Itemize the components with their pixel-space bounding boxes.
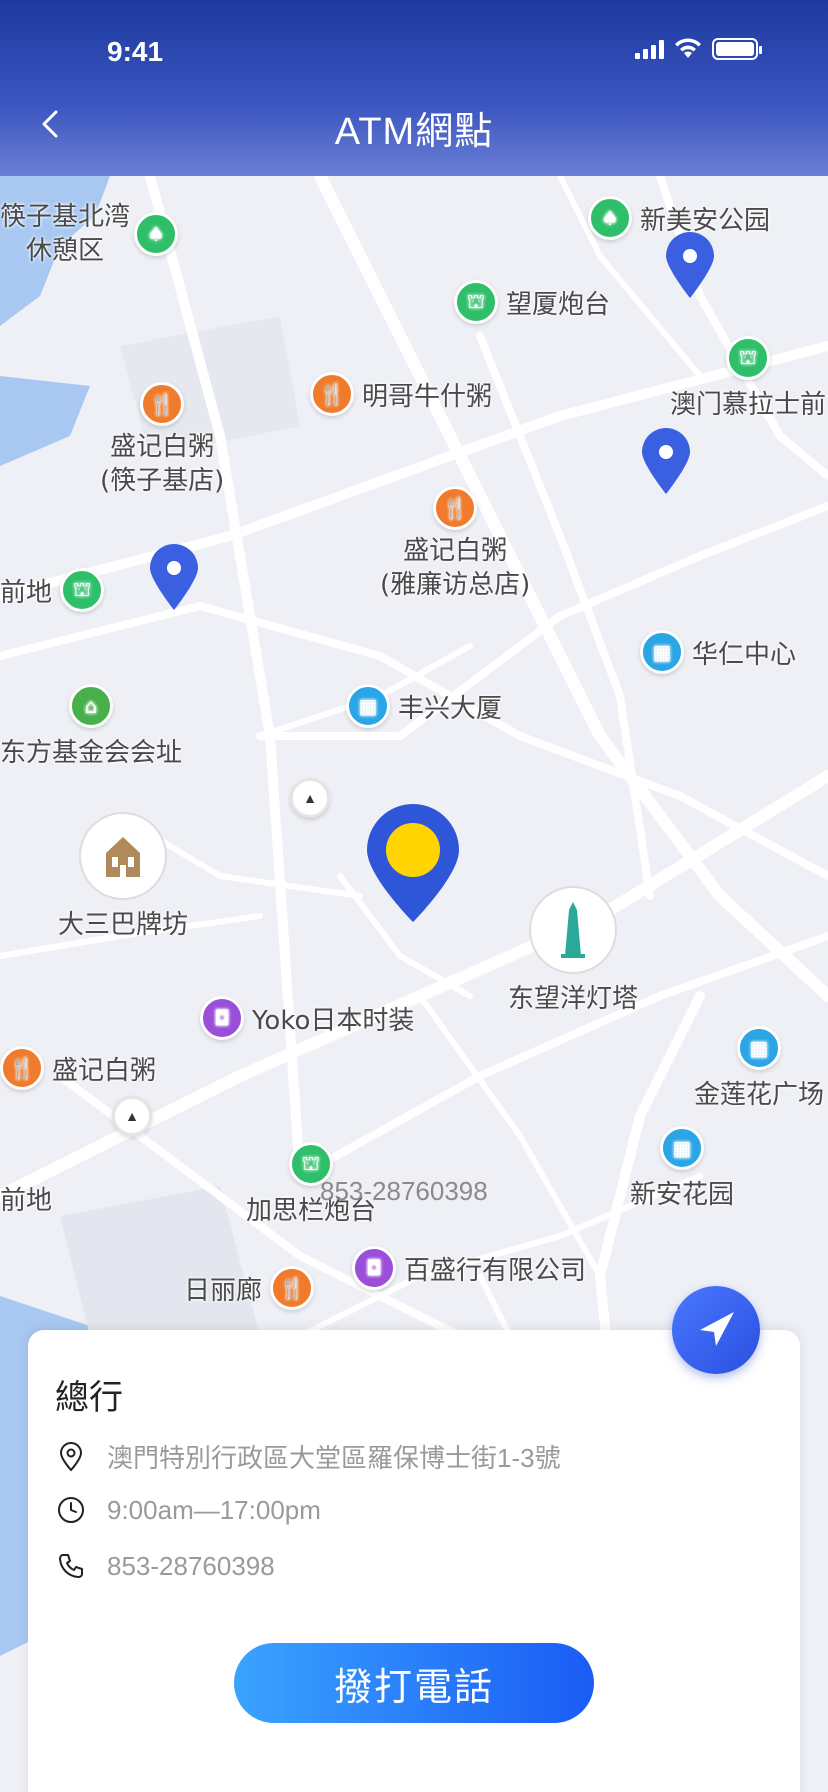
address-text: 澳門特別行政區大堂區羅保博士街1-3號	[107, 1443, 561, 1473]
park-icon: ♠	[134, 212, 179, 256]
poi-label[interactable]: 大三巴牌坊	[58, 812, 188, 941]
phone-icon	[55, 1550, 87, 1582]
poi-label[interactable]: ▦ 金莲花广场	[694, 1026, 824, 1111]
poi-label[interactable]: ⛫ 澳门慕拉士前	[670, 336, 826, 421]
lighthouse-icon	[529, 886, 617, 974]
poi-label[interactable]: 🍴 盛记白粥 (雅廉访总店)	[380, 486, 530, 602]
poi-label[interactable]: ⛫ 望厦炮台	[454, 280, 610, 324]
status-time: 9:41	[107, 36, 164, 67]
government-icon: ⌂	[69, 684, 113, 728]
location-pin-icon	[55, 1441, 87, 1473]
landmark-icon: ⛫	[454, 280, 498, 324]
restaurant-icon: 🍴	[140, 382, 185, 426]
restaurant-icon: 🍴	[270, 1266, 315, 1310]
restaurant-icon: 🍴	[0, 1046, 44, 1090]
atm-pin[interactable]	[642, 428, 690, 494]
atm-pin[interactable]	[666, 232, 714, 298]
page-title: ATM網點	[334, 111, 494, 153]
nav-header: 9:41 ATM網點	[0, 0, 828, 176]
phone-row: 853-28760398	[55, 1550, 275, 1582]
landmark-icon	[79, 812, 167, 900]
poi-label[interactable]: 🍴 盛记白粥	[0, 1046, 156, 1090]
bank-icon: ▦	[660, 1126, 704, 1170]
poi-label[interactable]: ⌂ 东方基金会会址	[0, 684, 182, 769]
poi-label[interactable]: ◘ Yoko日本时装	[200, 996, 414, 1040]
phone-text: 853-28760398	[107, 1550, 275, 1581]
locate-button[interactable]	[672, 1286, 760, 1374]
navigation-arrow-icon	[700, 1312, 734, 1346]
hours-row: 9:00am—17:00pm	[55, 1494, 321, 1526]
poi-label[interactable]: 🍴 盛记白粥 (筷子基店)	[100, 382, 224, 498]
battery-icon	[712, 38, 762, 60]
poi-label[interactable]: 前地 ⛫	[0, 568, 105, 612]
hours-text: 9:00am—17:00pm	[107, 1494, 321, 1525]
call-button[interactable]: 撥打電話	[234, 1643, 594, 1723]
poi-label[interactable]: ◘ 百盛行有限公司	[352, 1246, 586, 1290]
branch-info-card: 總行 澳門特別行政區大堂區羅保博士街1-3號 9:00am—17:00pm 85…	[28, 1330, 800, 1792]
bank-icon: ▦	[640, 630, 684, 674]
landmark-icon: ⛫	[726, 336, 770, 380]
wifi-icon	[675, 38, 701, 58]
map-phone-label: 853-28760398	[320, 1176, 488, 1206]
poi-label[interactable]: 前地	[0, 1180, 52, 1217]
atm-pin[interactable]	[150, 544, 198, 610]
status-icons	[635, 38, 762, 60]
restaurant-icon: 🍴	[433, 486, 478, 530]
poi-label[interactable]: 日丽廊 🍴	[184, 1266, 315, 1310]
shopping-icon: ◘	[352, 1246, 396, 1290]
shopping-icon: ◘	[200, 996, 244, 1040]
poi-label[interactable]: ▦ 华仁中心	[640, 630, 796, 674]
restaurant-icon: 🍴	[310, 372, 354, 416]
bank-icon: ▦	[737, 1026, 781, 1070]
branch-name: 總行	[55, 1379, 123, 1417]
landmark-icon: ⛫	[60, 568, 105, 612]
park-icon: ♠	[588, 196, 632, 240]
poi-label[interactable]: 东望洋灯塔	[508, 886, 638, 1015]
bank-icon: ▦	[346, 684, 390, 728]
address-row: 澳門特別行政區大堂區羅保博士街1-3號	[55, 1438, 561, 1475]
brand-store-icon[interactable]: ▲	[290, 778, 330, 818]
brand-store-icon[interactable]: ▲	[112, 1096, 152, 1136]
poi-label[interactable]: 🍴 明哥牛什粥	[310, 372, 492, 416]
poi-label[interactable]: 筷子基北湾 休憩区 ♠	[0, 200, 179, 268]
clock-icon	[55, 1494, 87, 1526]
poi-label[interactable]: ▦ 丰兴大厦	[346, 684, 502, 728]
signal-icon	[635, 39, 664, 59]
poi-label[interactable]: ▦ 新安花园	[630, 1126, 734, 1211]
selected-location-pin[interactable]	[367, 804, 459, 922]
